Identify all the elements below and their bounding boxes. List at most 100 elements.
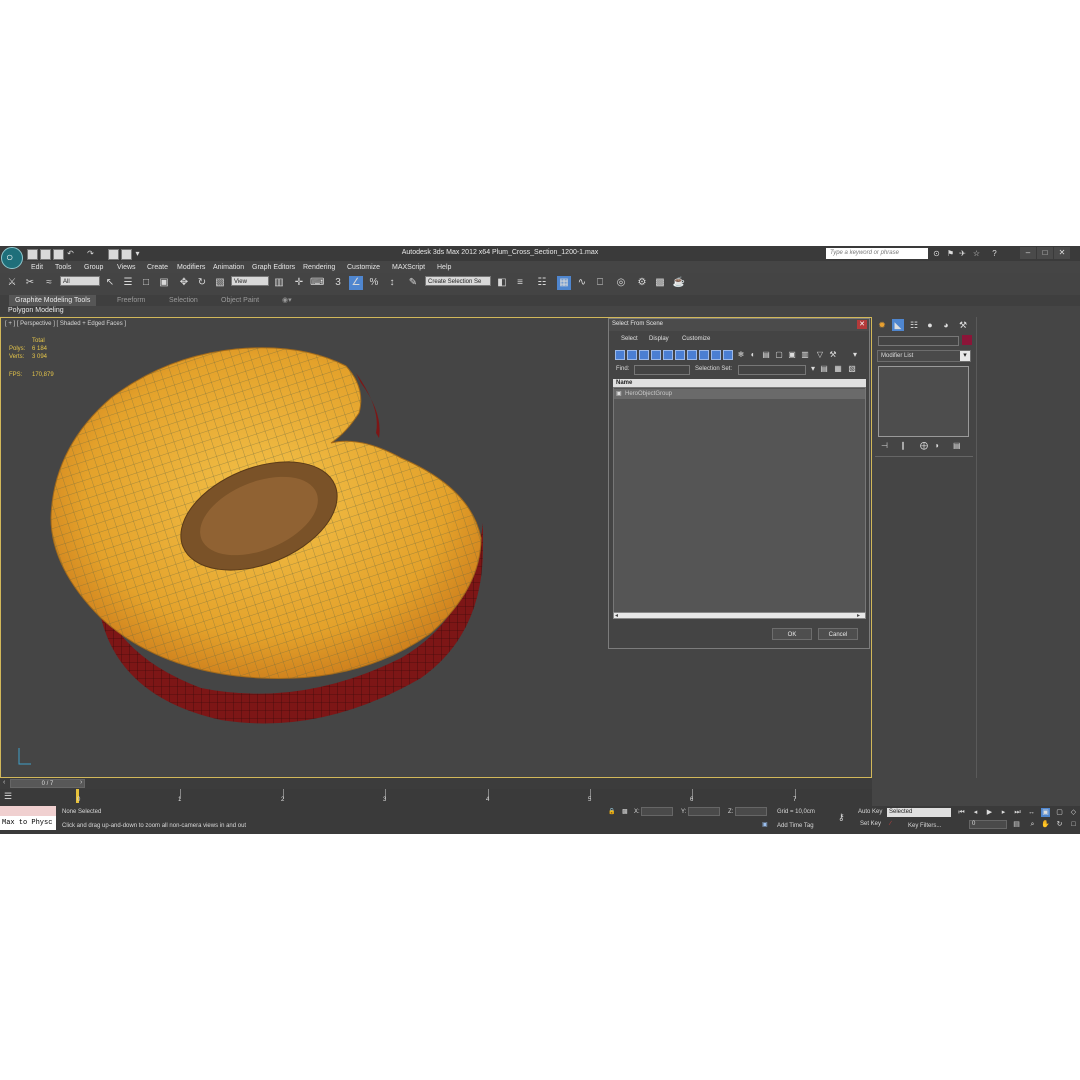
menu-tools[interactable]: Tools bbox=[55, 262, 71, 273]
rectangular-selection-icon[interactable]: □ bbox=[139, 276, 153, 290]
orbit-icon[interactable]: ↻ bbox=[1055, 820, 1064, 829]
modifier-stack[interactable] bbox=[878, 366, 969, 437]
list-item[interactable]: ▣ HeroObjectGroup bbox=[614, 389, 865, 399]
named-selection-dropdown[interactable]: Create Selection Se bbox=[425, 276, 491, 286]
time-slider-thumb[interactable]: 0 / 7 bbox=[10, 779, 85, 788]
select-and-move-icon[interactable]: ✥ bbox=[177, 276, 191, 290]
previous-frame-icon[interactable]: ◂ bbox=[971, 808, 980, 817]
display-lights-icon[interactable] bbox=[639, 350, 649, 360]
layer-manager-icon[interactable]: ☷ bbox=[535, 276, 549, 290]
zoom-extents-all-icon[interactable]: ▢ bbox=[1055, 808, 1064, 817]
pivot-center-icon[interactable]: ▥ bbox=[272, 276, 286, 290]
restore-button[interactable]: □ bbox=[1037, 247, 1053, 259]
time-slider[interactable]: 0 / 7 ‹ › bbox=[0, 778, 872, 789]
selection-set-dropdown-arrow-icon[interactable]: ▾ bbox=[808, 364, 818, 374]
pan-view-icon[interactable]: ✋ bbox=[1041, 820, 1050, 829]
new-file-icon[interactable] bbox=[27, 249, 38, 260]
current-frame-field[interactable]: 0 bbox=[969, 820, 1007, 829]
zoom-icon[interactable]: ⌕ bbox=[1028, 820, 1037, 829]
menu-edit[interactable]: Edit bbox=[31, 262, 43, 273]
time-tag-icon[interactable]: ▣ bbox=[762, 821, 768, 828]
scroll-left-icon[interactable]: ◂ bbox=[615, 612, 618, 619]
maxscript-listener-top[interactable] bbox=[0, 806, 56, 816]
display-cameras-icon[interactable] bbox=[651, 350, 661, 360]
material-editor-icon[interactable]: ◎ bbox=[614, 276, 628, 290]
select-none-icon[interactable]: ▦ bbox=[833, 364, 843, 374]
dialog-menu-select[interactable]: Select bbox=[621, 336, 638, 342]
rendered-frame-window-icon[interactable]: ▩ bbox=[653, 276, 667, 290]
modifier-list-arrow-icon[interactable]: ▾ bbox=[960, 351, 970, 361]
tab-object-paint[interactable]: Object Paint bbox=[215, 295, 265, 306]
percent-snap-icon[interactable]: % bbox=[367, 276, 381, 290]
bind-to-space-warp-icon[interactable]: ≈ bbox=[42, 276, 56, 290]
keyboard-shortcut-override-icon[interactable]: ⌨ bbox=[310, 276, 324, 290]
menu-group[interactable]: Group bbox=[84, 262, 103, 273]
sync-selection-icon[interactable]: ▥ bbox=[800, 350, 810, 360]
select-by-name-icon[interactable]: ☰ bbox=[121, 276, 135, 290]
zoom-extents-icon[interactable]: ▣ bbox=[1041, 808, 1050, 817]
selection-set-dropdown[interactable] bbox=[738, 365, 806, 375]
scroll-right-icon[interactable]: ▸ bbox=[857, 612, 860, 619]
key-selection-dropdown[interactable]: Selected bbox=[887, 808, 951, 817]
display-all-icon[interactable]: ▤ bbox=[761, 350, 771, 360]
redo-icon[interactable]: ↷ bbox=[86, 249, 95, 258]
configure-modifier-sets-icon[interactable]: ▤ bbox=[953, 441, 961, 450]
quick-access-dropdown-icon[interactable]: ▾ bbox=[133, 249, 142, 258]
menu-animation[interactable]: Animation bbox=[213, 262, 244, 273]
object-name-field[interactable] bbox=[878, 336, 959, 346]
tab-freeform[interactable]: Freeform bbox=[111, 295, 151, 306]
menu-rendering[interactable]: Rendering bbox=[303, 262, 335, 273]
modify-tab-icon[interactable]: ◣ bbox=[892, 319, 904, 331]
auto-key-button[interactable]: Auto Key bbox=[858, 809, 882, 815]
display-hidden-icon[interactable]: ◐ bbox=[748, 350, 758, 360]
curve-editor-icon[interactable]: ∿ bbox=[575, 276, 589, 290]
help-icon[interactable]: ? bbox=[990, 249, 999, 258]
set-key-button[interactable]: Set Key bbox=[860, 821, 881, 827]
ribbon-options-icon[interactable]: ◉▾ bbox=[276, 295, 298, 306]
ok-button[interactable]: OK bbox=[772, 628, 812, 640]
tab-selection[interactable]: Selection bbox=[163, 295, 204, 306]
mirror-icon[interactable]: ◧ bbox=[495, 276, 509, 290]
unlink-icon[interactable]: ✂ bbox=[23, 276, 37, 290]
reference-coordinate-dropdown[interactable]: View bbox=[231, 276, 269, 286]
pin-stack-icon[interactable]: ⊣ bbox=[881, 441, 888, 450]
display-xrefs-icon[interactable] bbox=[699, 350, 709, 360]
display-invert-icon[interactable]: ▣ bbox=[787, 350, 797, 360]
menu-help[interactable]: Help bbox=[437, 262, 451, 273]
open-file-icon[interactable] bbox=[40, 249, 51, 260]
next-frame-icon[interactable]: ▸ bbox=[999, 808, 1008, 817]
track-bar[interactable]: ☰ 0 1 2 3 4 5 6 7 bbox=[0, 789, 872, 806]
select-and-link-icon[interactable]: ⚔ bbox=[5, 276, 19, 290]
utilities-tab-icon[interactable]: ⚒ bbox=[957, 319, 969, 331]
tab-graphite-modeling-tools[interactable]: Graphite Modeling Tools bbox=[9, 295, 97, 306]
select-all-icon[interactable]: ▤ bbox=[819, 364, 829, 374]
time-slider-left-icon[interactable]: ‹ bbox=[3, 779, 5, 786]
selection-filter-dropdown[interactable]: All bbox=[60, 276, 100, 286]
menu-customize[interactable]: Customize bbox=[347, 262, 380, 273]
x-coordinate-field[interactable] bbox=[641, 807, 673, 816]
mini-curve-editor-icon[interactable]: ☰ bbox=[4, 791, 12, 802]
display-containers-icon[interactable] bbox=[723, 350, 733, 360]
menu-maxscript[interactable]: MAXScript bbox=[392, 262, 425, 273]
modifier-list-dropdown[interactable]: Modifier List bbox=[877, 350, 971, 362]
maximize-viewport-icon[interactable]: □ bbox=[1069, 820, 1078, 829]
play-icon[interactable]: ▶ bbox=[985, 808, 994, 817]
time-configuration-icon[interactable]: ▤ bbox=[1012, 820, 1021, 829]
schematic-view-icon[interactable]: ⎕ bbox=[593, 276, 607, 290]
scene-object-list[interactable]: ▣ HeroObjectGroup bbox=[613, 387, 866, 617]
project-folder-icon[interactable] bbox=[108, 249, 119, 260]
binoculars-icon[interactable]: ⊙ bbox=[932, 249, 941, 258]
edit-named-selection-icon[interactable]: ✎ bbox=[406, 276, 420, 290]
dialog-close-icon[interactable]: ✕ bbox=[857, 320, 867, 329]
angle-snap-icon[interactable]: ∠ bbox=[349, 276, 363, 290]
hierarchy-tab-icon[interactable]: ☷ bbox=[908, 319, 920, 331]
z-coordinate-field[interactable] bbox=[735, 807, 767, 816]
menu-modifiers[interactable]: Modifiers bbox=[177, 262, 205, 273]
maxscript-mini-listener[interactable]: Max to Physc bbox=[0, 816, 56, 830]
menu-views[interactable]: Views bbox=[117, 262, 136, 273]
display-helpers-icon[interactable] bbox=[663, 350, 673, 360]
go-to-end-icon[interactable]: ⏭ bbox=[1013, 808, 1022, 817]
select-and-manipulate-icon[interactable]: ✛ bbox=[292, 276, 306, 290]
make-unique-icon[interactable]: ⨁ bbox=[920, 441, 928, 450]
cancel-button[interactable]: Cancel bbox=[818, 628, 858, 640]
